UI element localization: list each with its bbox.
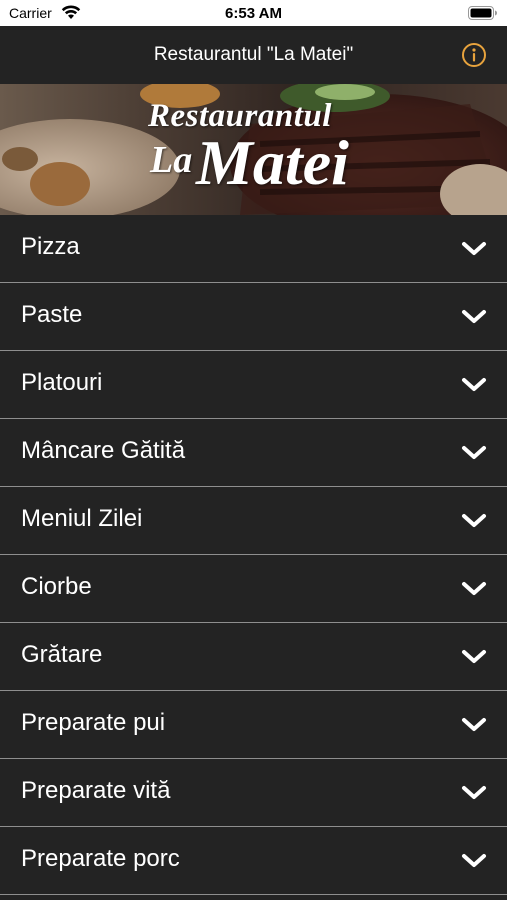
- menu-category-pizza[interactable]: Pizza: [0, 215, 507, 283]
- navigation-bar: Restaurantul "La Matei": [0, 26, 507, 84]
- menu-category-paste[interactable]: Paste: [0, 283, 507, 351]
- menu-category-label: Meniul Zilei: [21, 505, 143, 532]
- menu-category-ciorbe[interactable]: Ciorbe: [0, 555, 507, 623]
- chevron-down-icon: [462, 786, 486, 799]
- chevron-down-icon: [462, 514, 486, 527]
- logo-line2-main: Matei: [196, 127, 349, 198]
- restaurant-banner: Restaurantul La Matei: [0, 84, 507, 215]
- chevron-down-icon: [462, 650, 486, 663]
- chevron-down-icon: [462, 582, 486, 595]
- chevron-down-icon: [462, 242, 486, 255]
- status-bar: Carrier 6:53 AM: [0, 0, 507, 26]
- menu-category-label: Mâncare Gătită: [21, 437, 186, 464]
- menu-category-mancare-gatita[interactable]: Mâncare Gătită: [0, 419, 507, 487]
- menu-category-preparate-pui[interactable]: Preparate pui: [0, 691, 507, 759]
- menu-category-label: Preparate pui: [21, 709, 166, 736]
- menu-category-label: Ciorbe: [21, 573, 92, 600]
- chevron-down-icon: [462, 854, 486, 867]
- menu-category-label: Pizza: [21, 233, 80, 260]
- chevron-down-icon: [462, 718, 486, 731]
- menu-category-list: Pizza Paste Platouri Mâncare Gătită Meni…: [0, 215, 507, 895]
- menu-category-gratare[interactable]: Grătare: [0, 623, 507, 691]
- menu-category-label: Grătare: [21, 641, 103, 668]
- chevron-down-icon: [462, 310, 486, 323]
- clock: 6:53 AM: [225, 5, 282, 22]
- menu-category-preparate-vita[interactable]: Preparate vită: [0, 759, 507, 827]
- menu-category-label: Preparate porc: [21, 845, 180, 872]
- menu-category-label: Preparate vită: [21, 777, 171, 804]
- chevron-down-icon: [462, 378, 486, 391]
- menu-category-platouri[interactable]: Platouri: [0, 351, 507, 419]
- menu-category-meniul-zilei[interactable]: Meniul Zilei: [0, 487, 507, 555]
- chevron-down-icon: [462, 446, 486, 459]
- menu-category-label: Paste: [21, 301, 83, 328]
- logo-line2-prefix: La: [150, 139, 193, 181]
- page-title: Restaurantul "La Matei": [153, 44, 354, 65]
- menu-category-preparate-porc[interactable]: Preparate porc: [0, 827, 507, 895]
- menu-category-label: Platouri: [21, 369, 103, 396]
- battery-icon: [468, 6, 497, 20]
- info-icon[interactable]: [461, 42, 487, 68]
